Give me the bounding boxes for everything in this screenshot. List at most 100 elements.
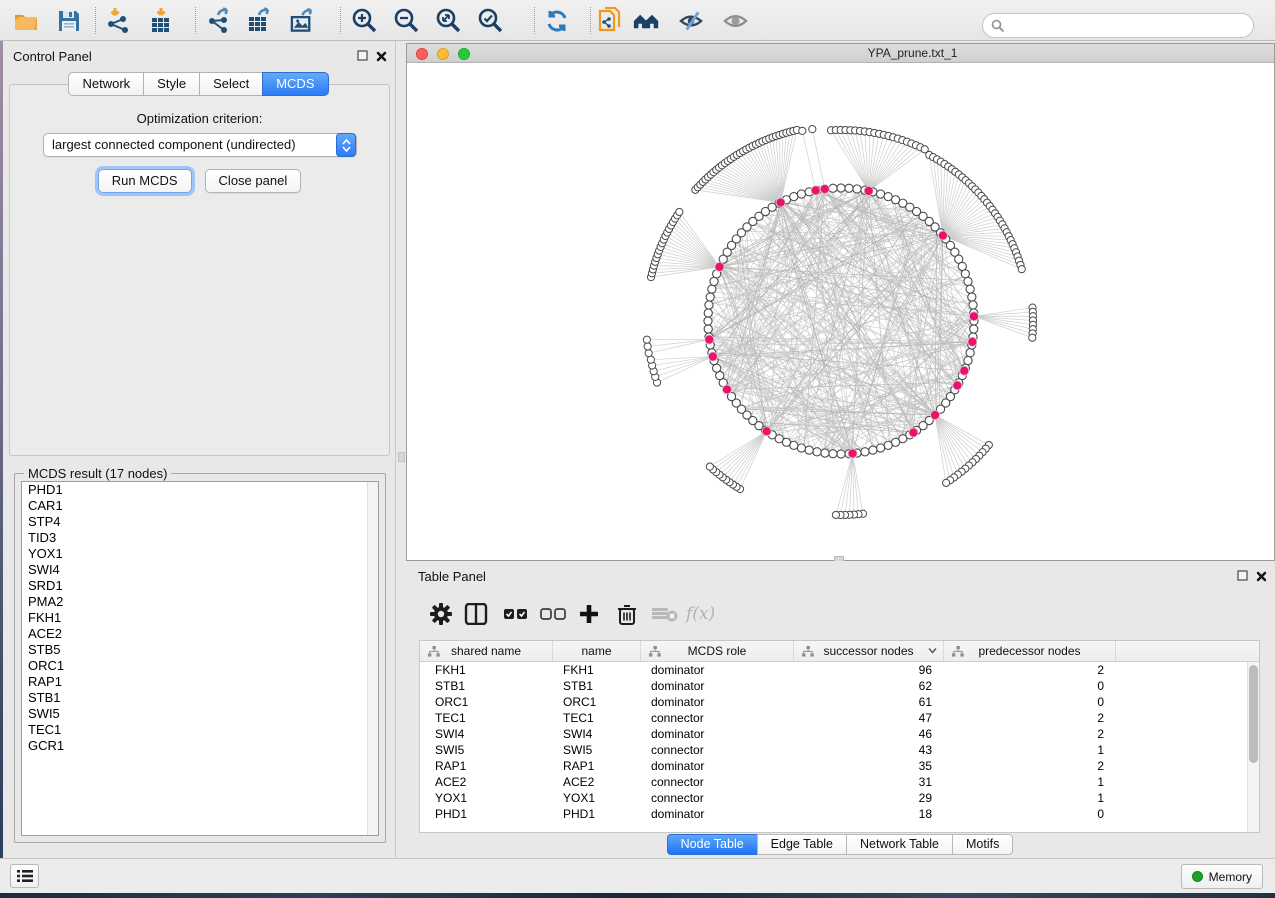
export-network-icon[interactable]: [206, 7, 233, 34]
close-panel-icon[interactable]: [376, 51, 387, 62]
mcds-hub-node[interactable]: [762, 427, 771, 436]
table-options-gear-icon[interactable]: [430, 601, 452, 627]
close-panel-icon[interactable]: [1256, 571, 1267, 582]
network-node[interactable]: [884, 441, 892, 449]
close-panel-button[interactable]: Close panel: [205, 169, 302, 193]
table-row[interactable]: STB1STB1dominator620: [420, 678, 1259, 694]
export-image-icon[interactable]: [289, 7, 316, 34]
column-header-MCDS-role[interactable]: MCDS role: [641, 641, 794, 661]
table-mode-icon[interactable]: [464, 601, 488, 627]
table-row[interactable]: FKH1FKH1dominator962: [420, 662, 1259, 678]
mcds-result-item[interactable]: SRD1: [22, 578, 378, 594]
table-row[interactable]: TEC1TEC1connector472: [420, 710, 1259, 726]
network-node[interactable]: [704, 325, 712, 333]
mcds-hub-node[interactable]: [960, 366, 969, 375]
network-node[interactable]: [970, 325, 978, 333]
mcds-hub-node[interactable]: [715, 262, 724, 271]
mcds-hub-node[interactable]: [864, 186, 873, 195]
mcds-hub-node[interactable]: [848, 449, 857, 458]
search-input[interactable]: [1005, 19, 1253, 33]
tab-node-table[interactable]: Node Table: [667, 834, 758, 855]
network-node[interactable]: [799, 127, 806, 134]
network-node[interactable]: [813, 448, 821, 456]
mcds-hub-node[interactable]: [820, 184, 829, 193]
import-network-icon[interactable]: [106, 7, 133, 34]
table-row[interactable]: ACE2ACE2connector311: [420, 774, 1259, 790]
mcds-hub-node[interactable]: [722, 385, 731, 394]
network-canvas[interactable]: [407, 63, 1274, 560]
network-node[interactable]: [968, 293, 976, 301]
network-node[interactable]: [861, 448, 869, 456]
network-node[interactable]: [809, 126, 816, 133]
tab-mcds[interactable]: MCDS: [262, 72, 328, 96]
mcds-hub-node[interactable]: [776, 198, 785, 207]
mcds-result-item[interactable]: RAP1: [22, 674, 378, 690]
import-table-icon[interactable]: [148, 7, 175, 34]
mcds-result-item[interactable]: STB5: [22, 642, 378, 658]
table-row[interactable]: SWI5SWI5connector431: [420, 742, 1259, 758]
tab-network[interactable]: Network: [68, 72, 144, 96]
task-history-button[interactable]: [10, 864, 39, 888]
vertical-splitter-grip[interactable]: [398, 452, 405, 462]
float-panel-icon[interactable]: [357, 50, 369, 62]
network-node[interactable]: [805, 446, 813, 454]
zoom-in-icon[interactable]: [351, 7, 378, 34]
network-node[interactable]: [644, 343, 651, 350]
mcds-hub-node[interactable]: [953, 381, 962, 390]
network-node[interactable]: [961, 270, 969, 278]
table-row[interactable]: SWI4SWI4dominator462: [420, 726, 1259, 742]
table-row[interactable]: RAP1RAP1dominator352: [420, 758, 1259, 774]
tab-edge-table[interactable]: Edge Table: [757, 834, 847, 855]
tab-style[interactable]: Style: [143, 72, 200, 96]
network-node[interactable]: [837, 450, 845, 458]
search-field[interactable]: [982, 13, 1254, 38]
deselect-all-icon[interactable]: [540, 601, 566, 627]
mcds-result-item[interactable]: CAR1: [22, 498, 378, 514]
network-node[interactable]: [964, 277, 972, 285]
mcds-result-item[interactable]: STB1: [22, 690, 378, 706]
mcds-result-item[interactable]: SWI5: [22, 706, 378, 722]
network-node[interactable]: [790, 193, 798, 201]
mcds-hub-node[interactable]: [938, 231, 947, 240]
mcds-result-item[interactable]: FKH1: [22, 610, 378, 626]
tab-select[interactable]: Select: [199, 72, 263, 96]
open-folder-icon[interactable]: [12, 7, 39, 34]
select-all-icon[interactable]: [504, 601, 528, 627]
network-node[interactable]: [797, 190, 805, 198]
show-neighbors-icon[interactable]: [633, 7, 660, 34]
mcds-result-item[interactable]: TID3: [22, 530, 378, 546]
network-node[interactable]: [1029, 334, 1036, 341]
window-maximize-icon[interactable]: [458, 48, 470, 60]
tab-motifs[interactable]: Motifs: [952, 834, 1013, 855]
network-node[interactable]: [705, 301, 713, 309]
show-eye-icon[interactable]: [722, 7, 749, 34]
mcds-hub-node[interactable]: [969, 312, 978, 321]
network-node[interactable]: [964, 356, 972, 364]
network-node[interactable]: [943, 479, 950, 486]
network-node[interactable]: [845, 184, 853, 192]
optimization-criterion-select[interactable]: largest connected component (undirected): [43, 133, 357, 157]
hide-overlay-icon[interactable]: [678, 7, 705, 34]
mcds-result-item[interactable]: TEC1: [22, 722, 378, 738]
mcds-result-item[interactable]: STP4: [22, 514, 378, 530]
zoom-selected-icon[interactable]: [477, 7, 504, 34]
network-node[interactable]: [706, 293, 714, 301]
network-node[interactable]: [966, 285, 974, 293]
network-node[interactable]: [853, 185, 861, 193]
network-node[interactable]: [647, 356, 654, 363]
mcds-hub-node[interactable]: [968, 337, 977, 346]
table-scrollbar[interactable]: [1247, 662, 1259, 832]
network-node[interactable]: [797, 444, 805, 452]
table-row[interactable]: PHD1PHD1dominator180: [420, 806, 1259, 822]
network-node[interactable]: [704, 317, 712, 325]
network-node[interactable]: [1018, 266, 1025, 273]
mcds-list-scrollbar[interactable]: [367, 482, 378, 835]
mcds-result-item[interactable]: PMA2: [22, 594, 378, 610]
zoom-fit-icon[interactable]: [435, 7, 462, 34]
mcds-hub-node[interactable]: [708, 352, 717, 361]
mcds-result-item[interactable]: ORC1: [22, 658, 378, 674]
network-node[interactable]: [829, 184, 837, 192]
refresh-icon[interactable]: [543, 7, 570, 34]
column-header-predecessor-nodes[interactable]: predecessor nodes: [944, 641, 1116, 661]
network-node[interactable]: [969, 301, 977, 309]
